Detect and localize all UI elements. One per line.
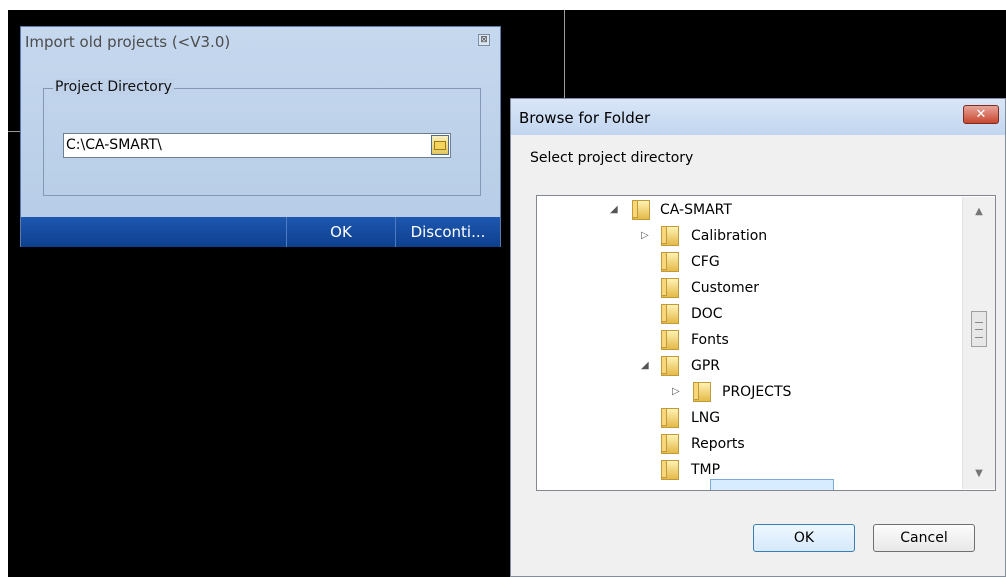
- tree-scrollbar[interactable]: ▲ ▼: [962, 197, 995, 489]
- tree-item-lng[interactable]: LNG: [661, 405, 841, 431]
- tree-item-customer[interactable]: Customer: [661, 275, 841, 301]
- folder-icon: [661, 226, 679, 246]
- folder-icon: [661, 356, 679, 376]
- import-dialog-title: Import old projects (<V3.0): [25, 33, 231, 51]
- tree-item-label: PROJECTS: [722, 384, 792, 400]
- project-directory-label: Project Directory: [53, 79, 174, 95]
- folder-icon: [661, 460, 679, 480]
- project-directory-input[interactable]: C:\CA-SMART\: [63, 133, 451, 158]
- close-icon[interactable]: ⊠: [478, 34, 490, 46]
- tree-item-calibration[interactable]: ▷ Calibration: [641, 223, 841, 249]
- disconnect-button[interactable]: Disconti...: [396, 217, 500, 247]
- folder-icon: [661, 434, 679, 454]
- tree-item-reports[interactable]: Reports: [661, 431, 841, 457]
- ok-button[interactable]: OK: [753, 524, 855, 552]
- browse-for-folder-dialog: Browse for Folder ✕ Select project direc…: [510, 98, 1006, 577]
- tree-item-projects[interactable]: ▷ PROJECTS: [672, 379, 852, 405]
- tree-item-label: LNG: [691, 410, 721, 426]
- folder-icon: [661, 330, 679, 350]
- tree-item-cfg[interactable]: CFG: [661, 249, 841, 275]
- expand-arrow-icon[interactable]: ▷: [672, 379, 680, 405]
- collapse-arrow-icon[interactable]: ◢: [641, 353, 649, 379]
- ok-button[interactable]: OK: [287, 217, 395, 247]
- folder-icon: [661, 408, 679, 428]
- scroll-thumb[interactable]: [971, 311, 987, 347]
- tree-item-tmp[interactable]: TMP: [661, 457, 841, 483]
- scroll-down-icon[interactable]: ▼: [968, 463, 990, 485]
- folder-icon: [661, 304, 679, 324]
- tree-item-gpr[interactable]: ◢ GPR: [641, 353, 841, 379]
- folder-icon: [661, 252, 679, 272]
- tree-item-doc[interactable]: DOC: [661, 301, 841, 327]
- folder-icon: [632, 200, 650, 220]
- cancel-button[interactable]: Cancel: [873, 524, 975, 552]
- tree-item-label: Customer: [691, 280, 760, 296]
- collapse-arrow-icon[interactable]: ◢: [610, 197, 618, 223]
- tree-item-label: Reports: [691, 436, 745, 452]
- browse-dialog-title: Browse for Folder: [519, 109, 651, 127]
- tree-item-label: CA-SMART: [660, 202, 732, 218]
- scroll-grip-icon: [975, 322, 983, 338]
- tree-item-ca-smart[interactable]: ◢ CA-SMART: [610, 197, 810, 223]
- tree-item-label: DOC: [691, 306, 723, 322]
- tree-item-label: GPR: [691, 358, 721, 374]
- browse-folder-button[interactable]: [431, 135, 449, 155]
- import-old-projects-dialog: Import old projects (<V3.0) ⊠ Project Di…: [20, 26, 501, 247]
- tree-item-label: Calibration: [691, 228, 768, 244]
- tree-item-fonts[interactable]: Fonts: [661, 327, 841, 353]
- browse-prompt: Select project directory: [530, 150, 694, 166]
- folder-icon: [661, 278, 679, 298]
- tree-item-label: TMP: [691, 462, 721, 478]
- tree-item-label: Fonts: [691, 332, 729, 348]
- folder-tree[interactable]: ◢ CA-SMART ▷ Calibration CFG Customer DO…: [536, 195, 996, 491]
- tree-item-label: CFG: [691, 254, 720, 270]
- close-button[interactable]: ✕: [963, 105, 999, 124]
- folder-icon: [693, 382, 711, 402]
- expand-arrow-icon[interactable]: ▷: [641, 223, 649, 249]
- scroll-up-icon[interactable]: ▲: [968, 201, 990, 223]
